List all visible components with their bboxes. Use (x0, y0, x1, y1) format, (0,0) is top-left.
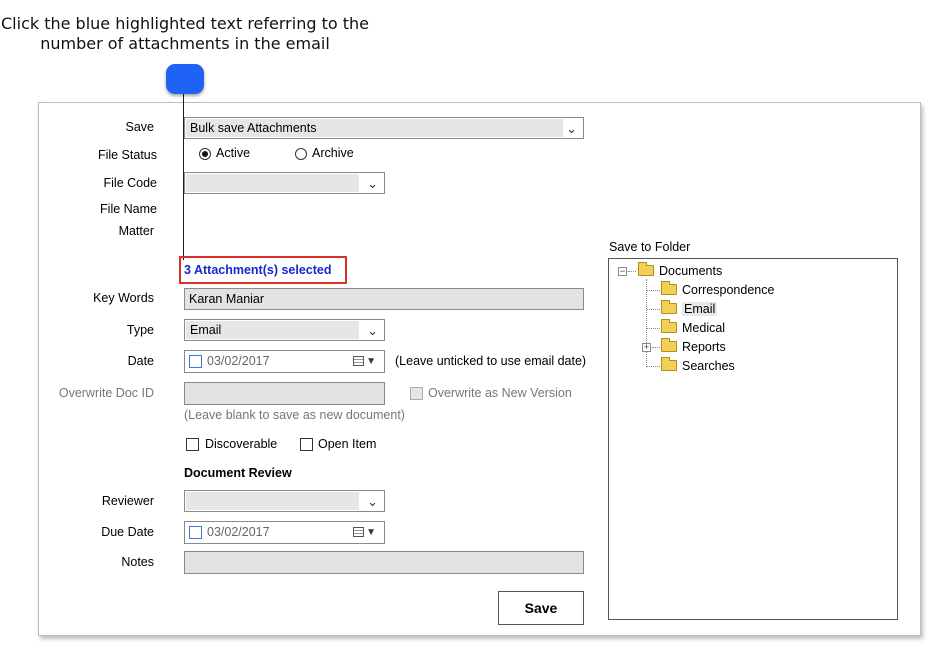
tree-node-searches[interactable]: Searches (661, 357, 735, 374)
callout-marker (166, 64, 204, 94)
file-name-label: File Name (100, 202, 157, 216)
tree-node-label: Documents (659, 264, 723, 278)
radio-archive-label[interactable]: Archive (312, 146, 354, 160)
save-to-folder-label: Save to Folder (609, 240, 691, 254)
tree-node-label: Medical (682, 321, 726, 335)
chevron-down-icon: ⌄ (566, 121, 577, 136)
calendar-icon (353, 356, 364, 366)
type-label: Type (126, 323, 154, 337)
discoverable-label: Discoverable (205, 437, 278, 451)
tree-node-email[interactable]: Email (661, 300, 718, 317)
tree-node-label: Email (682, 302, 718, 316)
discoverable-checkbox[interactable] (186, 438, 199, 451)
due-date-value: 03/02/2017 (207, 525, 270, 539)
callout-line-1: Click the blue highlighted text referrin… (1, 14, 369, 33)
tree-node-reports[interactable]: Reports (661, 338, 726, 355)
tree-node-correspondence[interactable]: Correspondence (661, 281, 775, 298)
due-date-checkbox[interactable] (189, 526, 202, 539)
save-mode-value: Bulk save Attachments (186, 119, 563, 137)
dropdown-arrow-icon: ▼ (366, 527, 376, 538)
overwrite-version-label: Overwrite as New Version (428, 386, 572, 400)
radio-archive[interactable] (295, 148, 307, 160)
collapse-icon[interactable]: − (618, 267, 627, 276)
radio-selected-dot (202, 151, 208, 157)
due-date-picker[interactable]: 03/02/2017 ▼ (184, 521, 385, 544)
folder-icon (638, 262, 654, 276)
instruction-callout: Click the blue highlighted text referrin… (0, 14, 370, 54)
file-code-value (186, 174, 359, 192)
date-hint: (Leave unticked to use email date) (395, 354, 587, 368)
folder-icon (661, 357, 677, 371)
tree-node-label: Correspondence (682, 283, 775, 297)
key-words-label: Key Words (93, 291, 154, 305)
tree-node-label: Reports (682, 340, 726, 354)
tree-node-documents[interactable]: Documents (638, 262, 723, 279)
date-picker[interactable]: 03/02/2017 ▼ (184, 350, 385, 373)
radio-active-label[interactable]: Active (216, 146, 250, 160)
tree-node-medical[interactable]: Medical (661, 319, 726, 336)
date-value: 03/02/2017 (207, 354, 270, 368)
overwrite-doc-id-label: Overwrite Doc ID (58, 386, 154, 400)
open-item-checkbox[interactable] (300, 438, 313, 451)
type-value: Email (186, 321, 359, 339)
save-button[interactable]: Save (498, 591, 584, 625)
chevron-down-icon: ⌄ (367, 176, 378, 191)
notes-label: Notes (121, 555, 154, 569)
overwrite-doc-id-input[interactable] (184, 382, 385, 405)
file-code-label: File Code (103, 176, 158, 190)
type-select[interactable]: Email ⌄ (184, 319, 385, 341)
expand-icon[interactable]: + (642, 343, 651, 352)
date-label: Date (127, 354, 154, 368)
open-item-label: Open Item (318, 437, 377, 451)
date-checkbox[interactable] (189, 355, 202, 368)
folder-tree[interactable]: − Documents Correspondence Email Medical… (608, 258, 898, 620)
reviewer-label: Reviewer (101, 494, 154, 508)
dropdown-arrow-icon: ▼ (366, 356, 376, 367)
key-words-input[interactable]: Karan Maniar (184, 288, 584, 310)
folder-icon (661, 319, 677, 333)
attachments-selected-link[interactable]: 3 Attachment(s) selected (179, 256, 347, 284)
reviewer-select[interactable]: ⌄ (184, 490, 385, 512)
reviewer-value (186, 492, 359, 510)
folder-icon (661, 300, 677, 314)
file-code-select[interactable]: ⌄ (184, 172, 385, 194)
tree-node-label: Searches (682, 359, 735, 373)
chevron-down-icon: ⌄ (367, 494, 378, 509)
overwrite-hint: (Leave blank to save as new document) (184, 408, 405, 422)
file-status-label: File Status (97, 148, 157, 162)
chevron-down-icon: ⌄ (367, 323, 378, 338)
notes-input[interactable] (184, 551, 584, 574)
radio-active[interactable] (199, 148, 211, 160)
overwrite-version-checkbox[interactable] (410, 387, 423, 400)
folder-icon (661, 281, 677, 295)
callout-line-2: number of attachments in the email (40, 34, 330, 53)
save-label: Save (125, 120, 155, 134)
folder-icon (661, 338, 677, 352)
due-date-label: Due Date (101, 525, 154, 539)
matter-label: Matter (118, 224, 154, 238)
save-mode-select[interactable]: Bulk save Attachments ⌄ (184, 117, 584, 139)
document-review-heading: Document Review (184, 466, 292, 480)
calendar-icon (353, 527, 364, 537)
